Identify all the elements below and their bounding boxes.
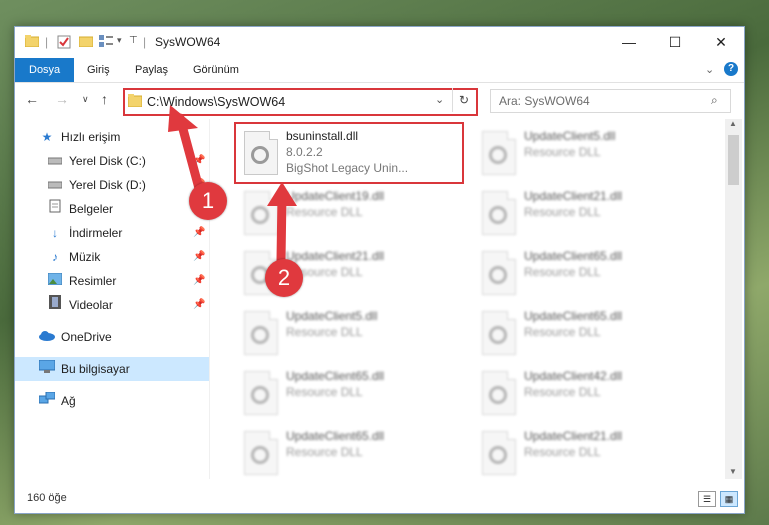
annotation-arrows	[168, 105, 297, 265]
step-1-badge: 1	[189, 182, 227, 220]
arrow-2-head	[267, 182, 297, 206]
step-2-badge: 2	[265, 259, 303, 297]
arrow-1-head	[168, 105, 198, 132]
